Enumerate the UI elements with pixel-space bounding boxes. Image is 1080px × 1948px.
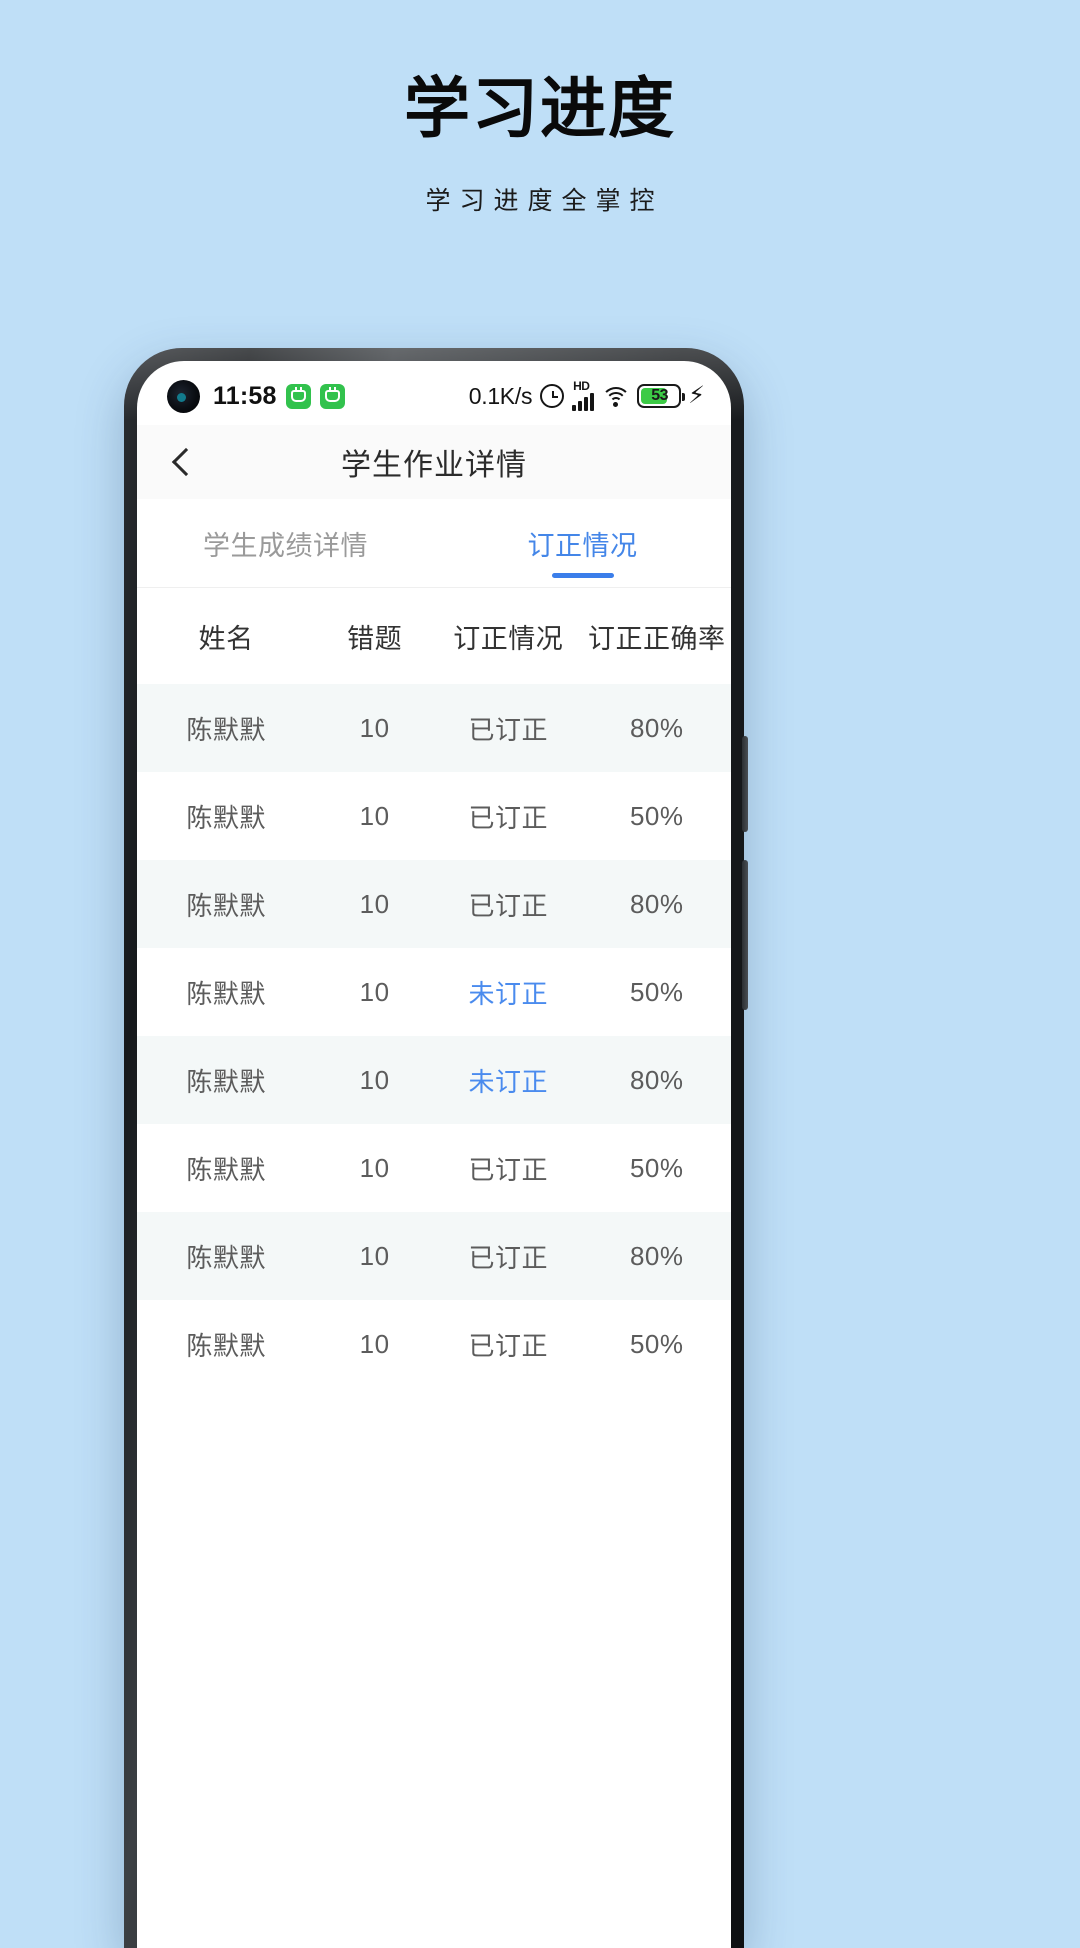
tab-label: 订正情况 [527,530,638,561]
hd-label: HD [573,378,590,393]
cell-student-name: 陈默默 [186,1330,266,1361]
table-body: 陈默默 10 已订正 80% 陈默默 10 已订正 50% 陈默默 10 已订正 80% 陈默默 10 未订… [137,684,731,1388]
tab-underline [255,573,317,578]
navigation-title: 学生作业详情 [341,449,527,482]
wifi-icon [600,386,631,407]
table-row[interactable]: 陈默默 10 已订正 50% [137,1124,731,1212]
signal-bar [578,400,583,411]
table-row[interactable]: 陈默默 10 未订正 80% [137,1036,731,1124]
cell-student-name: 陈默默 [186,1242,266,1273]
battery-icon: 53 [637,384,686,408]
cell-correction-state: 已订正 [468,890,548,921]
table-row[interactable]: 陈默默 10 已订正 50% [137,772,731,860]
alarm-clock-icon [540,384,565,408]
cellular-signal-icon: HD [572,378,595,411]
cell-wrong-count: 10 [359,1240,390,1271]
signal-bar [590,392,595,411]
cell-wrong-count: 10 [359,712,390,743]
tab-label: 学生成绩详情 [203,530,368,561]
table-header-row: 姓名 错题 订正情况 订正正确率 [137,588,731,684]
cell-correction-rate: 50% [629,1328,684,1359]
signal-bar [572,404,577,411]
cell-wrong-count: 10 [359,1152,390,1183]
volume-button[interactable] [742,736,748,832]
cell-wrong-count: 10 [359,888,390,919]
table-row[interactable]: 陈默默 10 已订正 80% [137,1212,731,1300]
network-speed-label: 0.1K/s [468,382,533,409]
cell-correction-rate: 50% [629,800,684,831]
cell-correction-state: 已订正 [468,1154,548,1185]
cell-student-name: 陈默默 [186,714,266,745]
table-row[interactable]: 陈默默 10 已订正 50% [137,1300,731,1388]
status-bar: 11:58 0.1K/s HD 53 ⚡ [137,361,731,425]
cell-correction-state: 已订正 [468,802,548,833]
cell-correction-state: 已订正 [468,1242,548,1273]
column-header-status: 订正情况 [453,623,564,654]
front-camera-punch-hole-icon [167,379,200,413]
cell-correction-rate: 80% [629,888,684,919]
table-row[interactable]: 陈默默 10 已订正 80% [137,860,731,948]
page-subtitle: 学习进度全掌控 [425,188,664,216]
promo-header: 学习进度 学习进度全掌控 [0,0,1080,217]
signal-bar [584,396,589,411]
cell-correction-state: 已订正 [468,714,548,745]
column-header-name: 姓名 [198,623,254,654]
cell-student-name: 陈默默 [186,978,266,1009]
cell-correction-state: 未订正 [468,1066,548,1097]
cell-correction-rate: 80% [629,1240,684,1271]
cell-correction-state: 未订正 [468,978,548,1009]
cell-wrong-count: 10 [359,800,390,831]
status-bar-right: 0.1K/s HD 53 ⚡ [468,378,705,411]
tab-bar: 学生成绩详情 订正情况 [137,499,731,588]
power-button[interactable] [742,860,748,1010]
phone-device-frame: 11:58 0.1K/s HD 53 ⚡ 学生作业详情 学生成绩详情 订正情况 … [124,348,748,1948]
table-row[interactable]: 陈默默 10 已订正 80% [137,684,731,772]
cell-student-name: 陈默默 [186,1154,266,1185]
status-clock: 11:58 [213,381,277,410]
cell-wrong-count: 10 [359,976,390,1007]
cell-wrong-count: 10 [359,1328,390,1359]
app-badge-icon [319,383,345,409]
navigation-bar: 学生作业详情 [137,425,731,499]
tab-correction-status[interactable]: 订正情况 [434,499,731,587]
cell-student-name: 陈默默 [186,890,266,921]
cell-student-name: 陈默默 [186,802,266,833]
page-title: 学习进度 [404,71,676,145]
cell-student-name: 陈默默 [186,1066,266,1097]
tab-student-scores[interactable]: 学生成绩详情 [137,499,434,587]
battery-level-label: 53 [651,387,669,404]
correction-table: 姓名 错题 订正情况 订正正确率 陈默默 10 已订正 80% 陈默默 10 已订正 50% 陈… [137,588,731,1388]
table-row[interactable]: 陈默默 10 未订正 50% [137,948,731,1036]
cell-correction-state: 已订正 [468,1330,548,1361]
status-bar-left: 11:58 [167,379,345,413]
tab-underline [551,573,614,578]
cell-wrong-count: 10 [359,1064,390,1095]
lightning-bolt-icon: ⚡ [688,382,705,409]
cell-correction-rate: 80% [629,1064,684,1095]
column-header-wrong: 错题 [347,623,403,654]
phone-screen: 11:58 0.1K/s HD 53 ⚡ 学生作业详情 学生成绩详情 订正情况 … [137,361,731,1948]
cell-correction-rate: 50% [629,976,684,1007]
cell-correction-rate: 80% [629,712,684,743]
app-badge-icon [285,383,311,409]
column-header-rate: 订正正确率 [587,623,726,654]
cell-correction-rate: 50% [629,1152,684,1183]
